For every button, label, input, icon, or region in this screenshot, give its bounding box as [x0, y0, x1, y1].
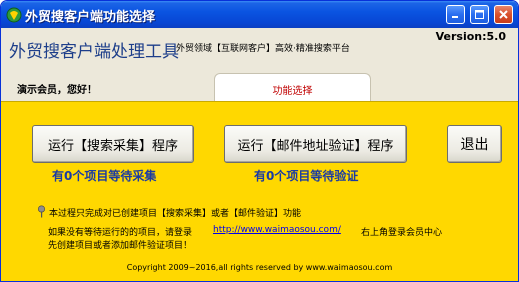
quit-button[interactable]: 退出 [447, 125, 502, 163]
title-bar[interactable]: 外贸搜客户端功能选择 [1, 1, 518, 28]
app-window: 外贸搜客户端功能选择 外贸搜客户端处理工具 外贸领域【互联网客户】高效·精准搜索… [0, 0, 519, 282]
run-search-button[interactable]: 运行【搜索采集】程序 [32, 125, 194, 163]
minimize-icon [452, 16, 458, 18]
hint-line-2: 先创建项目或者添加邮件验证项目！ [48, 241, 193, 251]
search-pending-status: 有0个项目等待采集 [52, 169, 157, 183]
run-verify-button[interactable]: 运行【邮件地址验证】程序 [224, 125, 407, 163]
app-name: 外贸搜客户端处理工具 [9, 42, 179, 62]
copyright: Copyright 2009~2016,all rights reserved … [126, 263, 393, 272]
process-note: 本过程只完成对已创建项目【搜索采集】或者【邮件验证】功能 [49, 209, 302, 219]
pin-icon [37, 205, 46, 218]
verify-pending-status: 有0个项目等待验证 [254, 169, 359, 183]
close-icon [499, 10, 508, 19]
app-icon [6, 7, 22, 23]
maximize-button[interactable] [470, 5, 489, 24]
maximize-icon [475, 10, 484, 19]
website-link[interactable]: http://www.waimaosou.com/ [213, 225, 341, 235]
version-label: Version:5.0 [435, 30, 506, 43]
hint-member-center: 右上角登录会员中心 [361, 228, 443, 238]
window-title: 外贸搜客户端功能选择 [25, 10, 156, 25]
app-subtitle: 外贸领域【互联网客户】高效·精准搜索平台 [176, 44, 350, 54]
function-panel: 运行【搜索采集】程序 运行【邮件地址验证】程序 退出 有0个项目等待采集 有0个… [1, 101, 518, 281]
welcome-text: 演示会员，您好！ [17, 85, 97, 96]
hint-line-1: 如果没有等待运行的的项目，请登录 [48, 228, 193, 238]
minimize-button[interactable] [446, 5, 465, 24]
close-button[interactable] [494, 5, 513, 24]
